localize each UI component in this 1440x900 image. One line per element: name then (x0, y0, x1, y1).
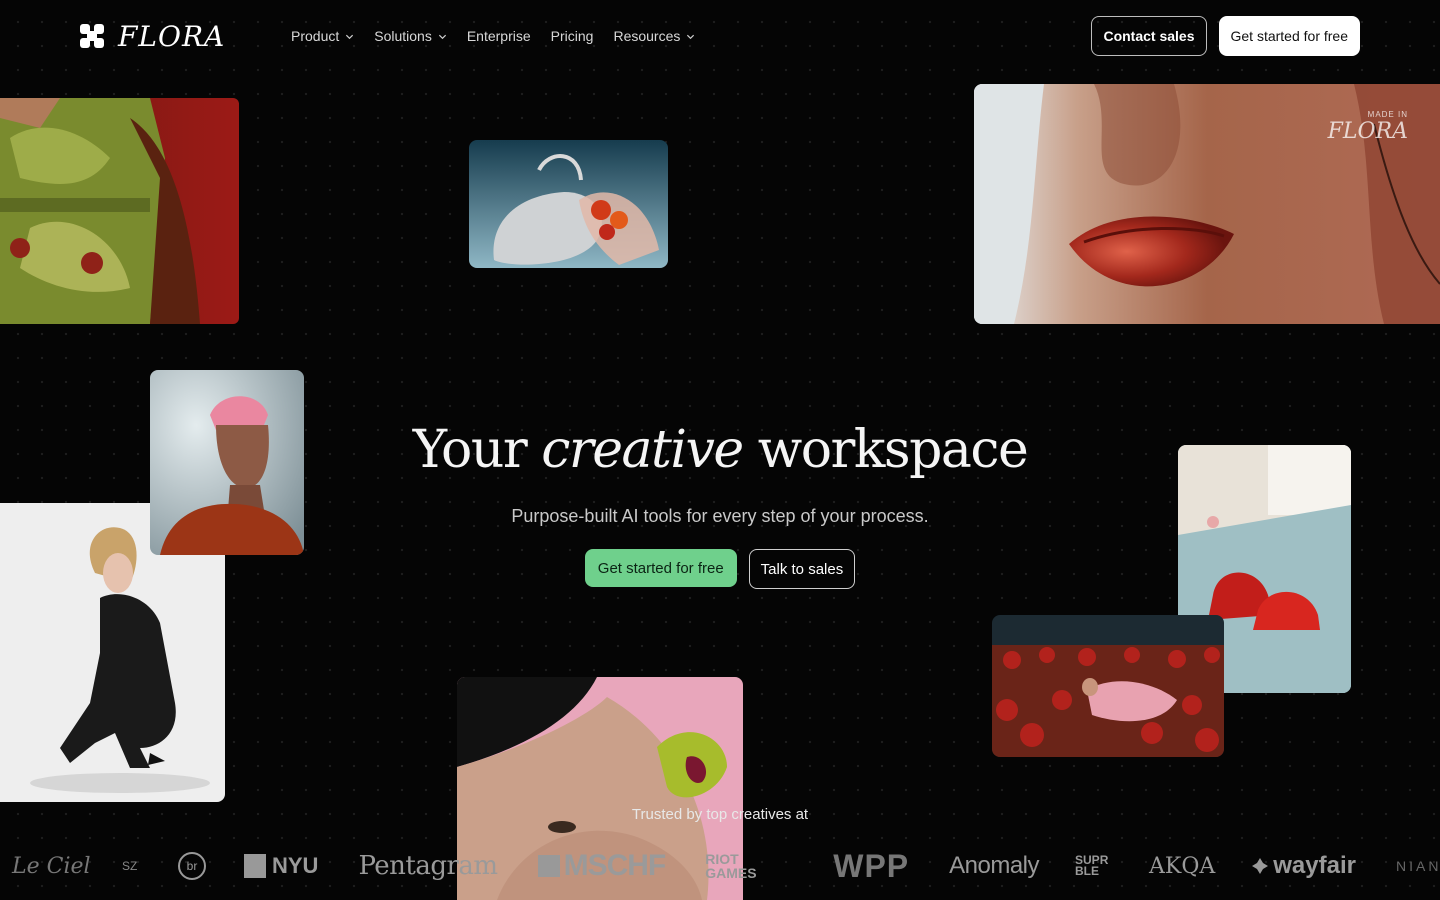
nav-item-solutions[interactable]: Solutions (364, 18, 457, 54)
hero-cta-group: Get started for free Talk to sales (0, 549, 1440, 589)
chevron-down-icon (438, 34, 446, 39)
trusted-heading: Trusted by top creatives at (631, 806, 809, 823)
nav-item-product[interactable]: Product (281, 18, 364, 54)
mschf-block-icon (537, 855, 560, 877)
nav-item-label: Solutions (374, 28, 432, 44)
brand-logo-text: wayfair (1273, 852, 1356, 879)
nav-item-pricing[interactable]: Pricing (541, 18, 604, 54)
brand-logo: SUPRBLE (1075, 853, 1109, 878)
brand-logo: Le Ciel (12, 853, 91, 879)
made-in-flora-watermark: MADE IN FLORA (1328, 110, 1408, 144)
flora-logo-icon (80, 24, 104, 48)
brand-logo-text: MSCHF (563, 849, 667, 882)
nav-item-label: Product (291, 28, 340, 44)
contact-sales-button[interactable]: Contact sales (1091, 16, 1207, 56)
nav-actions: Contact sales Get started for free (1091, 16, 1360, 56)
brand-logo: AKQA (1149, 853, 1216, 879)
brand-logo: WPP (833, 847, 910, 884)
hero-title: Your creative workspace (0, 418, 1440, 482)
nav-item-resources[interactable]: Resources (603, 18, 705, 54)
photo-roses-field (992, 615, 1224, 757)
chevron-down-icon (687, 34, 695, 39)
chevron-down-icon (346, 34, 354, 39)
brand-logo: Pentagram (358, 851, 498, 881)
hero-title-part1: Your (412, 420, 528, 480)
watermark-logo-text: FLORA (1327, 119, 1408, 144)
talk-to-sales-button[interactable]: Talk to sales (748, 549, 856, 589)
main-menu: Product Solutions Enterprise Pricing Res… (281, 18, 705, 54)
photo-saddle-bag (469, 140, 668, 268)
watermark-small-text: MADE IN (1367, 110, 1408, 119)
get-started-hero-button[interactable]: Get started for free (584, 549, 737, 587)
brand-logo: SZ (122, 859, 138, 873)
brand-logo: NIANTIC (1395, 858, 1440, 874)
brand-logo-mschf: MSCHF (537, 849, 667, 883)
nyu-torch-icon (244, 854, 266, 878)
photo-green-dress (0, 98, 239, 324)
brand-logo: RIOT GAMES (705, 851, 757, 881)
hero-subtitle: Purpose-built AI tools for every step of… (511, 506, 929, 526)
nav-item-label: Pricing (550, 28, 594, 44)
brand-logo-wayfair: wayfair (1251, 852, 1356, 880)
brand-logo-text: NYU (272, 853, 319, 878)
brand-logo-nyu: NYU (244, 853, 318, 879)
nav-item-enterprise[interactable]: Enterprise (457, 18, 541, 54)
logo-wordmark: FLORA (118, 19, 226, 53)
photo-lips-closeup: MADE IN FLORA (974, 84, 1440, 324)
flora-logo[interactable]: FLORA (80, 20, 281, 53)
get-started-nav-button[interactable]: Get started for free (1218, 16, 1360, 56)
hero-section: Your creative workspace Purpose-built AI… (0, 418, 1440, 589)
brand-logo-strip: Le Ciel SZ br NYU Pentagram MSCHF RIOT G… (0, 838, 1440, 894)
hero-title-italic: creative (541, 420, 744, 480)
top-nav: FLORA Product Solutions Enterprise Prici… (0, 0, 1440, 72)
hero-title-part2: workspace (757, 420, 1029, 480)
wayfair-pinwheel-icon (1252, 858, 1269, 874)
brand-logo: Anomaly (949, 852, 1040, 879)
brand-logo: br (178, 852, 206, 880)
nav-item-label: Resources (613, 28, 681, 44)
nav-item-label: Enterprise (466, 28, 531, 44)
